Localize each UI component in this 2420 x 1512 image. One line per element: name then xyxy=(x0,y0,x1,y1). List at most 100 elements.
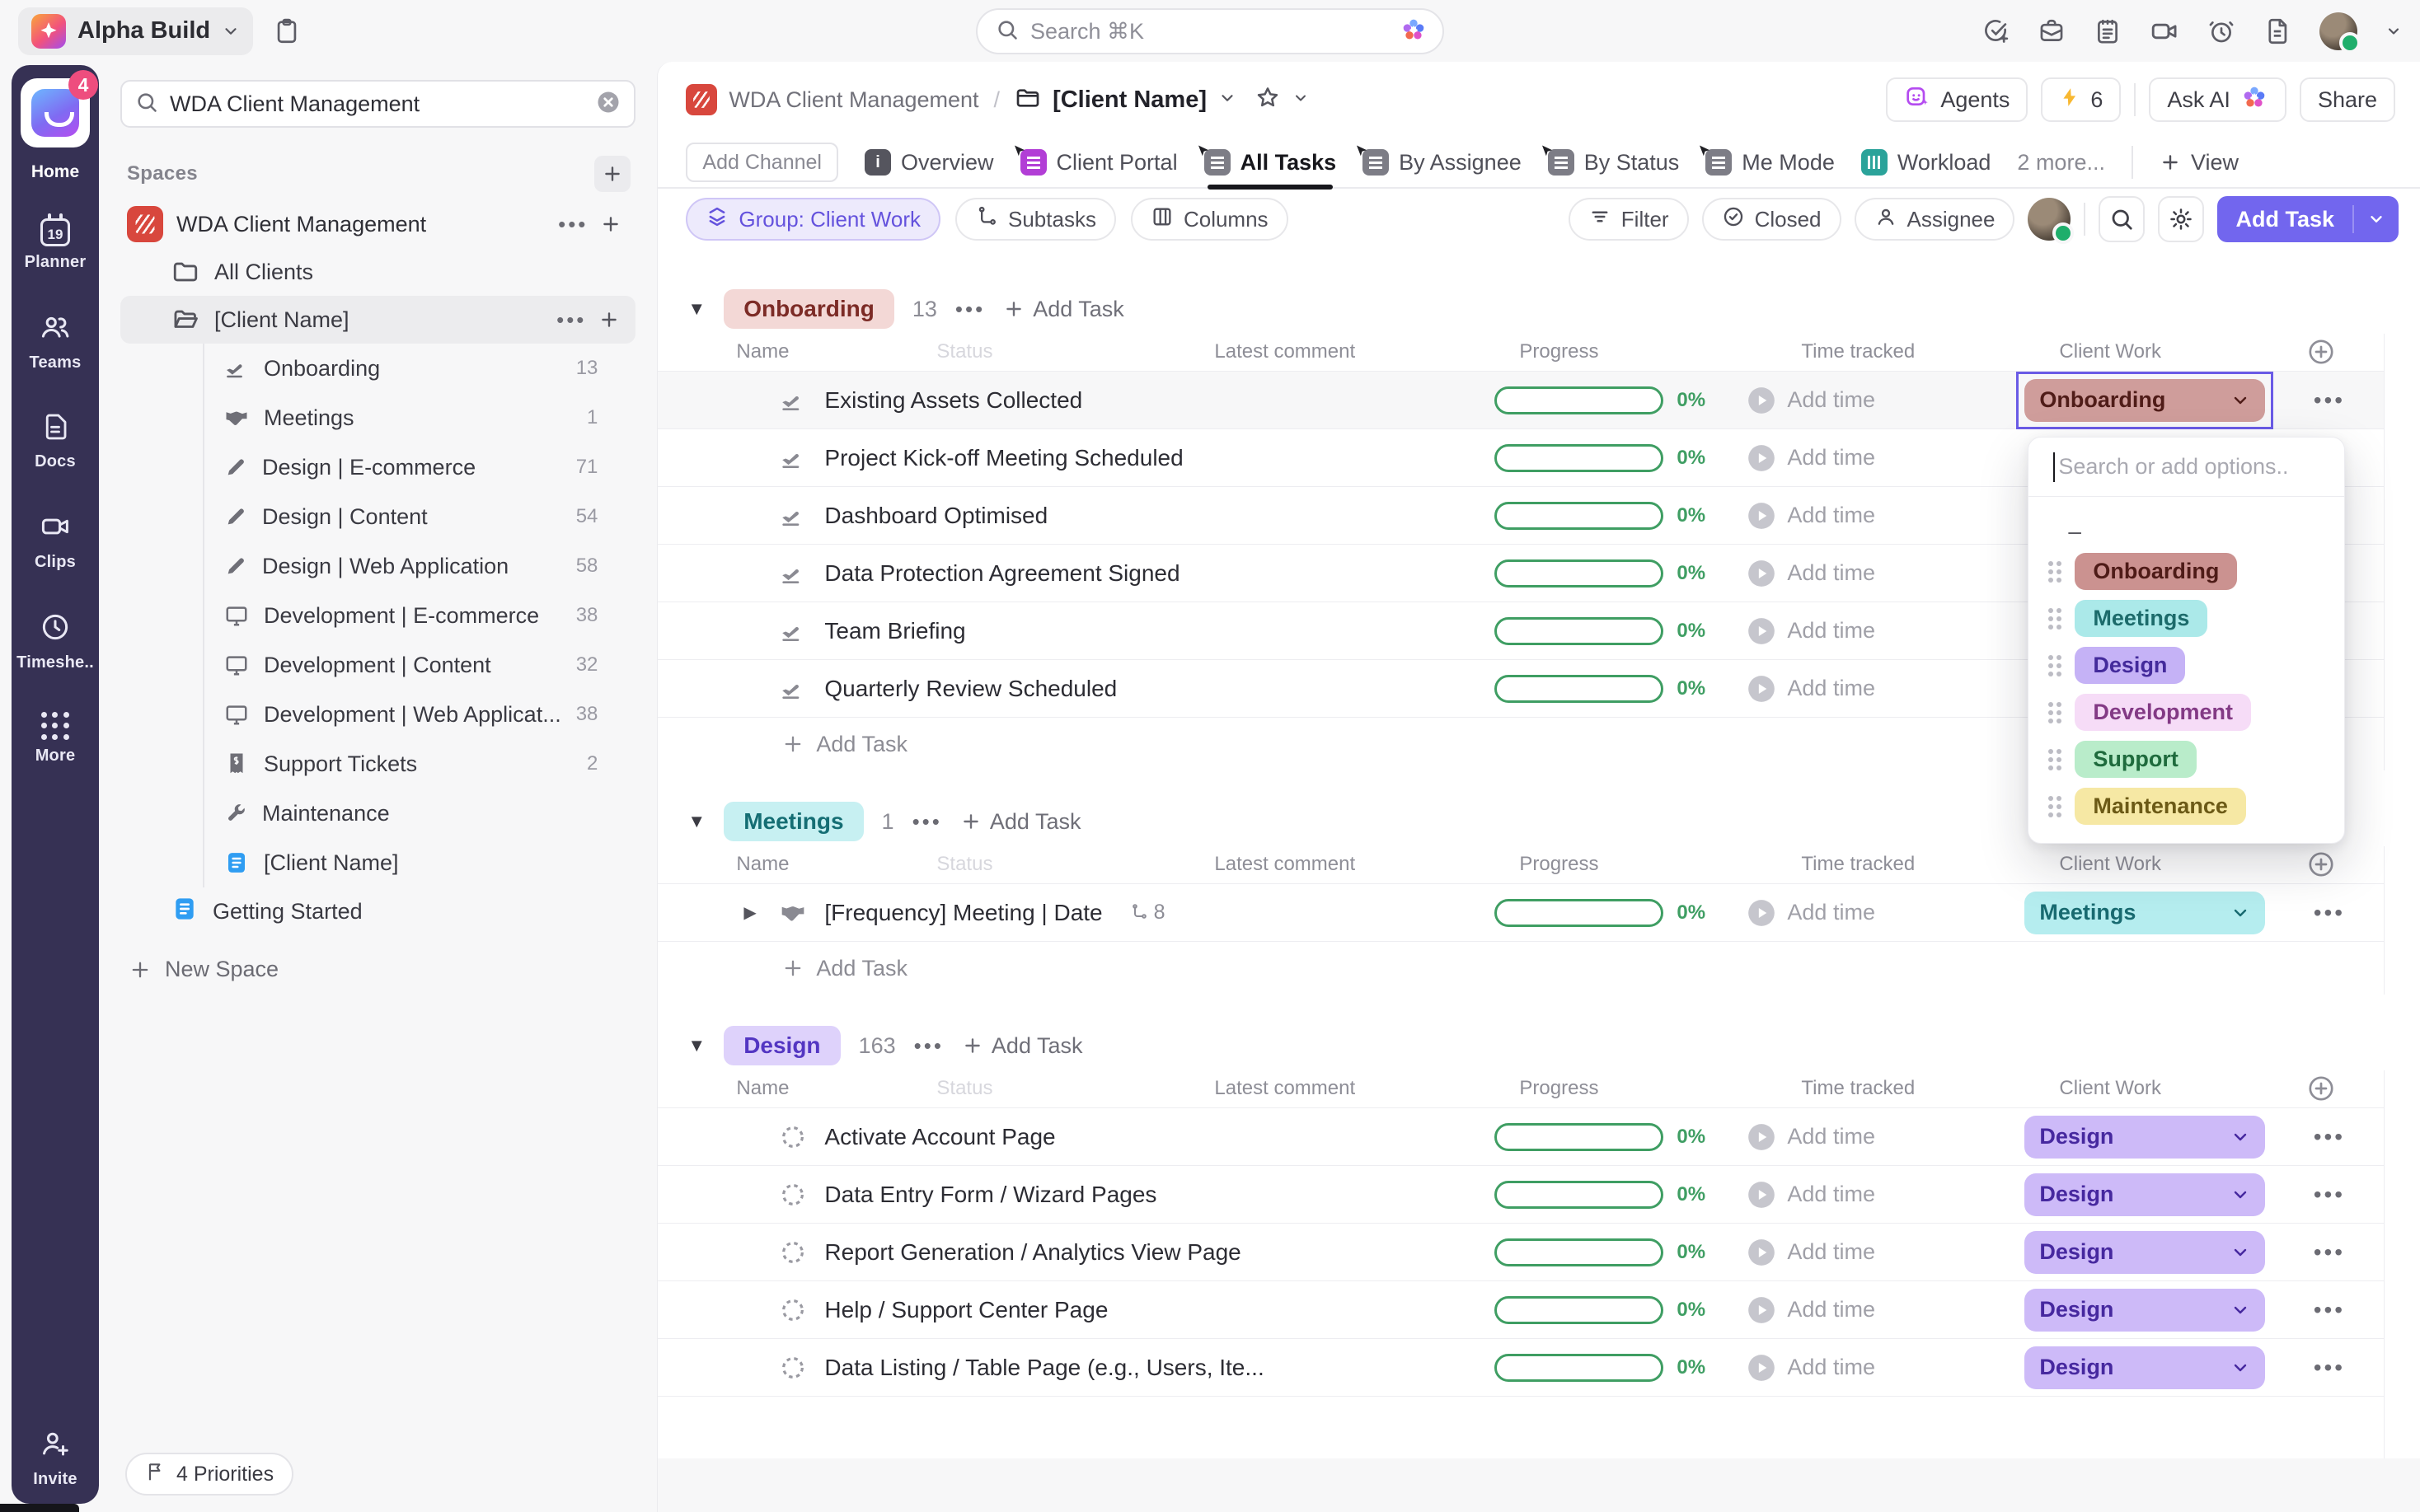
sidebar-list-design-content[interactable]: Design | Content 54 xyxy=(204,492,635,541)
client-work-cell-active[interactable]: Onboarding xyxy=(2016,372,2273,429)
closed-button[interactable]: Closed xyxy=(1702,198,1841,241)
global-search[interactable]: Search ⌘K xyxy=(976,8,1444,54)
sidebar-list-dev-webapp[interactable]: Development | Web Applicat... 38 xyxy=(204,690,635,739)
task-menu-icon[interactable]: ••• xyxy=(2273,1124,2385,1150)
space-menu-icon[interactable]: ••• xyxy=(558,212,588,237)
add-time-button[interactable]: Add time xyxy=(1746,442,2016,474)
ask-ai-button[interactable]: Ask AI xyxy=(2149,77,2286,122)
task-name[interactable]: Help / Support Center Page xyxy=(824,1297,1108,1323)
sidebar-folder-client-name[interactable]: [Client Name] ••• xyxy=(120,296,635,344)
ai-flower-icon[interactable] xyxy=(1400,16,1428,48)
sidebar-list-design-ecommerce[interactable]: Design | E-commerce 71 xyxy=(204,442,635,492)
add-time-button[interactable]: Add time xyxy=(1746,1179,2016,1210)
group-menu-icon[interactable]: ••• xyxy=(914,1033,944,1059)
space-add-icon[interactable] xyxy=(593,206,629,242)
inbox-icon[interactable] xyxy=(2038,17,2066,45)
rail-item-more[interactable]: More xyxy=(16,712,94,765)
client-work-cell[interactable]: Design xyxy=(2016,1224,2273,1281)
collapse-icon[interactable]: ▼ xyxy=(687,811,706,832)
client-work-tag[interactable]: Design xyxy=(2024,1289,2265,1332)
dropdown-search[interactable] xyxy=(2028,438,2344,497)
search-tasks-button[interactable] xyxy=(2099,196,2145,242)
task-name[interactable]: Data Protection Agreement Signed xyxy=(824,560,1180,587)
group-pill[interactable]: Meetings xyxy=(724,802,863,841)
drag-handle-icon[interactable] xyxy=(2048,702,2061,723)
folder-add-icon[interactable] xyxy=(591,302,627,338)
task-menu-icon[interactable]: ••• xyxy=(2273,1297,2385,1323)
task-menu-icon[interactable]: ••• xyxy=(2273,900,2385,926)
task-name[interactable]: Data Entry Form / Wizard Pages xyxy=(824,1182,1156,1208)
add-column-icon[interactable] xyxy=(2306,337,2336,372)
clipboard-icon[interactable] xyxy=(273,17,301,45)
task-name[interactable]: Report Generation / Analytics View Page xyxy=(824,1239,1240,1266)
columns-button[interactable]: Columns xyxy=(1131,198,1288,241)
task-row[interactable]: Existing Assets Collected 0% Add time On… xyxy=(658,372,2384,429)
task-menu-icon[interactable]: ••• xyxy=(2273,1355,2385,1381)
group-add-task[interactable]: Add Task xyxy=(960,809,1081,835)
client-work-cell[interactable]: Design xyxy=(2016,1166,2273,1224)
sidebar-list-onboarding[interactable]: Onboarding 13 xyxy=(204,344,635,393)
sidebar-search-input[interactable] xyxy=(170,91,584,117)
dropdown-option-design[interactable]: Design xyxy=(2028,642,2344,689)
add-time-button[interactable]: Add time xyxy=(1746,500,2016,531)
rail-item-invite[interactable]: Invite xyxy=(33,1428,77,1489)
sidebar-doc-getting-started[interactable]: Getting Started xyxy=(120,887,635,935)
add-task-button[interactable]: Add Task xyxy=(2217,196,2399,242)
task-menu-icon[interactable]: ••• xyxy=(2273,387,2385,414)
add-task-chevron[interactable] xyxy=(2352,205,2399,233)
sidebar-list-design-webapp[interactable]: Design | Web Application 58 xyxy=(204,541,635,591)
drag-handle-icon[interactable] xyxy=(2048,655,2061,676)
sidebar-list-dev-content[interactable]: Development | Content 32 xyxy=(204,640,635,690)
add-time-button[interactable]: Add time xyxy=(1746,558,2016,589)
add-task-row[interactable]: Add Task xyxy=(658,942,2384,995)
breadcrumb-current[interactable]: [Client Name] xyxy=(1053,87,1207,114)
tab-all-tasks[interactable]: All Tasks xyxy=(1204,137,1337,188)
add-column-icon[interactable] xyxy=(2306,850,2336,885)
task-menu-icon[interactable]: ••• xyxy=(2273,1239,2385,1266)
add-column-icon[interactable] xyxy=(2306,1074,2336,1109)
assignee-button[interactable]: Assignee xyxy=(1855,198,2015,241)
group-by-button[interactable]: Group: Client Work xyxy=(686,198,940,241)
notepad-icon[interactable] xyxy=(2094,17,2122,45)
add-channel-button[interactable]: Add Channel xyxy=(686,143,838,182)
group-menu-icon[interactable]: ••• xyxy=(912,809,942,835)
dropdown-option-support[interactable]: Support xyxy=(2028,736,2344,783)
sidebar-list-dev-ecommerce[interactable]: Development | E-commerce 38 xyxy=(204,591,635,640)
drag-handle-icon[interactable] xyxy=(2048,796,2061,817)
share-button[interactable]: Share xyxy=(2300,77,2395,122)
tab-by-status[interactable]: By Status xyxy=(1548,137,1680,188)
sidebar-search[interactable] xyxy=(120,80,635,128)
tab-by-assignee[interactable]: By Assignee xyxy=(1362,137,1522,188)
add-time-button[interactable]: Add time xyxy=(1746,1237,2016,1268)
client-work-cell[interactable]: Design xyxy=(2016,1281,2273,1339)
workspace-switcher[interactable]: Alpha Build xyxy=(18,7,253,55)
add-view-button[interactable]: View xyxy=(2160,137,2239,188)
add-time-button[interactable]: Add time xyxy=(1746,1294,2016,1326)
dropdown-search-input[interactable] xyxy=(2058,454,2319,480)
task-name[interactable]: [Frequency] Meeting | Date xyxy=(824,900,1102,926)
subtask-count[interactable]: 8 xyxy=(1129,901,1165,925)
sidebar-list-meetings[interactable]: Meetings 1 xyxy=(204,393,635,442)
client-work-cell[interactable]: Design xyxy=(2016,1108,2273,1166)
collapse-icon[interactable]: ▼ xyxy=(687,298,706,320)
add-time-button[interactable]: Add time xyxy=(1746,385,2016,416)
dropdown-option-onboarding[interactable]: Onboarding xyxy=(2028,548,2344,595)
chevron-down-icon[interactable] xyxy=(1218,89,1236,111)
client-work-cell[interactable]: Meetings xyxy=(2016,884,2273,942)
dropdown-option-maintenance[interactable]: Maintenance xyxy=(2028,783,2344,830)
chevron-down-icon[interactable] xyxy=(1292,90,1309,110)
sidebar-list-support-tickets[interactable]: Support Tickets 2 xyxy=(204,739,635,789)
task-menu-icon[interactable]: ••• xyxy=(2273,1182,2385,1208)
group-add-task[interactable]: Add Task xyxy=(962,1033,1083,1059)
add-time-button[interactable]: Add time xyxy=(1746,1121,2016,1153)
subtasks-button[interactable]: Subtasks xyxy=(955,198,1116,241)
task-name[interactable]: Dashboard Optimised xyxy=(824,503,1048,529)
task-row[interactable]: ▶ [Frequency] Meeting | Date 8 0% Add ti… xyxy=(658,884,2384,942)
sidebar-folder-all-clients[interactable]: All Clients xyxy=(120,248,635,296)
drag-handle-icon[interactable] xyxy=(2048,749,2061,770)
favorite-star-icon[interactable] xyxy=(1255,85,1281,115)
reminder-icon[interactable] xyxy=(2207,17,2235,45)
breadcrumb-space[interactable]: WDA Client Management xyxy=(729,87,978,113)
rail-item-planner[interactable]: 19 Planner xyxy=(16,218,94,272)
rail-item-docs[interactable]: Docs xyxy=(16,412,94,471)
